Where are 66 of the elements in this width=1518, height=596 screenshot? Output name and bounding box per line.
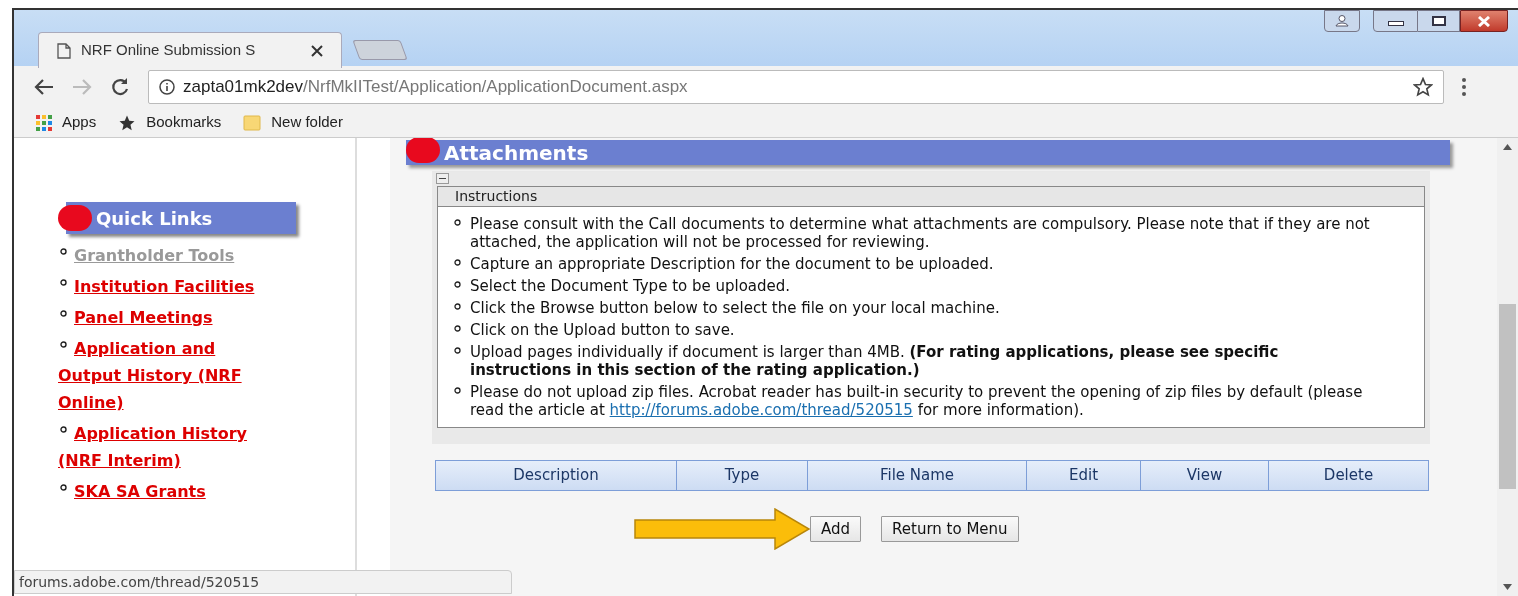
- browser-tab[interactable]: NRF Online Submission S: [38, 32, 342, 68]
- bullet-icon: [454, 219, 461, 226]
- scroll-down-icon[interactable]: [1503, 584, 1512, 590]
- bullet-icon: [60, 310, 67, 317]
- back-arrow-icon[interactable]: [34, 78, 54, 96]
- section-title: Attachments: [444, 142, 589, 163]
- sidebar-link[interactable]: Application History (NRF Interim): [58, 420, 278, 474]
- menu-icon[interactable]: [1462, 78, 1466, 96]
- bookmark-item[interactable]: Apps: [62, 111, 97, 134]
- info-icon: [159, 79, 175, 95]
- apps-grid-icon: [36, 114, 52, 131]
- sidebar-title: Quick Links: [96, 206, 213, 231]
- scroll-thumb[interactable]: [1499, 304, 1516, 489]
- column-header: Edit: [1027, 460, 1141, 491]
- article-link[interactable]: http://forums.adobe.com/thread/520515: [609, 401, 913, 419]
- status-url: forums.adobe.com/thread/520515: [19, 572, 260, 592]
- page-icon: [57, 42, 71, 59]
- instruction-text: Capture an appropriate Description for the document to be uploaded.: [470, 255, 994, 273]
- star-icon[interactable]: [1413, 77, 1433, 97]
- bullet-icon: [454, 325, 461, 332]
- instruction-text: Click the Browse button below to select the file on your local machine.: [470, 299, 1000, 317]
- instruction-text: Upload pages individually if document is larger than 4MB. (For rating applications, please see specific instructions in this section of the rating application.): [470, 343, 1280, 379]
- instruction-text: Click on the Upload button to save.: [470, 321, 735, 339]
- bullet-icon: [60, 279, 67, 286]
- bullet-icon: [454, 387, 461, 394]
- maximize-button[interactable]: [1418, 10, 1460, 32]
- scrollbar[interactable]: [1497, 138, 1518, 596]
- instruction-text: Please do not upload zip files. Acrobat reader has built-in security to prevent the opening of zip files by default (please read the article at http://forums.adobe.com/thread/520515 for more information).: [470, 383, 1364, 419]
- column-header: Delete: [1269, 460, 1429, 491]
- person-icon: [1335, 15, 1349, 27]
- column-header: View: [1141, 460, 1269, 491]
- bullet-icon: [454, 347, 461, 354]
- folder-icon: [243, 113, 262, 132]
- bullet-icon: [454, 259, 461, 266]
- tab-title: NRF Online Submission S: [81, 40, 256, 61]
- column-header: Type: [677, 460, 808, 491]
- close-window-button[interactable]: [1460, 10, 1508, 32]
- scroll-up-icon[interactable]: [1503, 144, 1512, 150]
- arrow-icon: [634, 508, 810, 550]
- instruction-text: Please consult with the Call documents to determine what attachments are compulsory. Please note that if they are not attached, the application will not be processed for reviewing.: [470, 215, 1371, 251]
- bullet-icon: [60, 426, 67, 433]
- sidebar-link[interactable]: Institution Facilities: [58, 273, 278, 300]
- sidebar-link[interactable]: Application and Output History (NRF Online): [58, 335, 278, 416]
- return-to-menu-button[interactable]: Return to Menu: [881, 516, 1019, 542]
- panel-title: Instructions: [455, 187, 538, 206]
- bullet-icon: [60, 341, 67, 348]
- column-header: Description: [435, 460, 677, 491]
- instruction-text: Select the Document Type to be uploaded.: [470, 277, 791, 295]
- profile-button[interactable]: [1324, 10, 1360, 32]
- minimize-button[interactable]: [1373, 10, 1418, 32]
- bullet-icon: [60, 484, 67, 491]
- sidebar-link[interactable]: SKA SA Grants: [58, 478, 278, 505]
- bookmark-item[interactable]: Bookmarks: [146, 111, 222, 134]
- close-icon: [1477, 15, 1491, 27]
- bookmark-item[interactable]: New folder: [271, 111, 343, 134]
- add-button[interactable]: Add: [810, 516, 862, 542]
- bullet-icon: [454, 281, 461, 288]
- address-bar[interactable]: zapta01mk2dev/NrfMkIITest/Application/ApplicationDocument.aspx: [148, 70, 1444, 104]
- bullet-icon: [60, 248, 67, 255]
- bullet-icon: [454, 303, 461, 310]
- sidebar-link[interactable]: Panel Meetings: [58, 304, 278, 331]
- reload-icon[interactable]: [110, 77, 130, 97]
- collapse-icon[interactable]: [436, 173, 449, 184]
- column-header: File Name: [808, 460, 1027, 491]
- close-icon[interactable]: [311, 44, 323, 57]
- url-text: zapta01mk2dev/NrfMkIITest/Application/ApplicationDocument.aspx: [183, 76, 688, 99]
